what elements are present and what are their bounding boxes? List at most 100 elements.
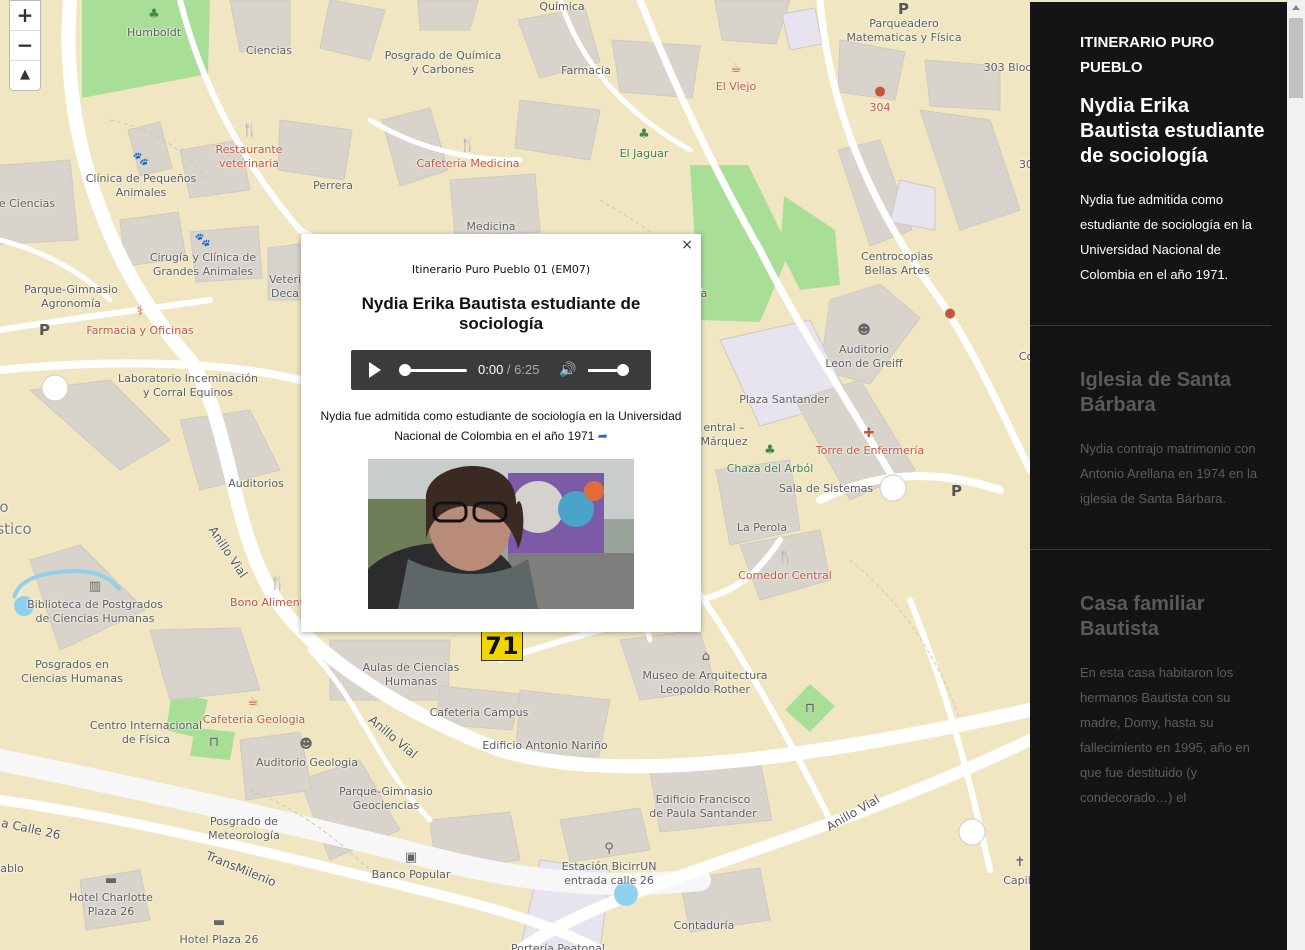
restaurant-icon: 🍴 <box>269 576 287 591</box>
map-label: Cafeteria Medicina <box>416 157 520 170</box>
map-label: Humboldt <box>126 26 182 39</box>
map-label: Museo de Arquitectura Leopoldo Rother <box>642 669 768 696</box>
page-scrollbar[interactable] <box>1287 0 1305 950</box>
audio-time-separator: / <box>503 362 515 377</box>
map-label: e Ciencias <box>0 197 56 210</box>
popup-title: Nydia Erika Bautista estudiante de socio… <box>361 294 641 333</box>
map-label: El Jaguar <box>619 147 669 160</box>
popup-photo <box>368 459 634 609</box>
tree-icon: ♣ <box>148 7 160 22</box>
fastfood-icon: ● <box>944 306 956 321</box>
map-label: Edificio Antonio Nariño <box>482 739 608 752</box>
theatre-icon: ☻ <box>857 323 871 338</box>
audio-current-time: 0:00 <box>478 362 504 377</box>
scroll-up-icon[interactable] <box>1292 5 1300 10</box>
veterinary-icon: 🐾 <box>132 152 150 167</box>
close-popup-button[interactable]: × <box>681 237 693 253</box>
map-label: stico <box>0 520 32 538</box>
stop-marker[interactable]: 71 <box>481 631 523 661</box>
zoom-in-button[interactable]: + <box>10 1 40 31</box>
stop-popup: × Itinerario Puro Pueblo 01 (EM07) Nydia… <box>301 234 701 632</box>
map-view[interactable]: Humboldt Ciencias Química Posgrado de Quími… <box>0 0 1030 950</box>
map-label: Centrocopias Bellas Artes <box>860 250 934 277</box>
map-label: Centro Internacional de Física <box>89 719 203 746</box>
library-icon: ▥ <box>88 579 102 594</box>
hospital-icon: ✚ <box>863 426 875 441</box>
map-label: Posgrado de Meteorología <box>208 815 280 842</box>
story-entry[interactable]: Iglesia de Santa Bárbara Nydia contrajo … <box>1080 326 1271 511</box>
map-label: Torre de Enfermería <box>815 444 925 457</box>
map-label: Auditorio Geologia <box>256 756 358 769</box>
map-label: Veteri Deca <box>268 273 302 300</box>
map-label: Posgrados en Ciencias Humanas <box>21 658 123 685</box>
map-label: Química <box>539 0 585 13</box>
map-label: Cafeteria Campus <box>429 706 529 719</box>
map-label: Sala de Sistemas <box>778 482 874 495</box>
map-label: Auditorios <box>228 477 284 490</box>
map-label: Parqueadero Matematicas y Física <box>846 17 962 44</box>
map-label: Biblioteca de Postgrados de Ciencias Huma… <box>27 598 163 625</box>
hotel-icon: ▬ <box>104 873 118 888</box>
zoom-out-button[interactable]: − <box>10 31 40 61</box>
map-label: Parque-Gimnasio Geociencias <box>339 785 433 812</box>
map-label: Farmacia <box>561 64 611 77</box>
external-link-icon[interactable]: ➦ <box>598 429 608 443</box>
story-entry-text: Nydia fue admitida como estudiante de so… <box>1080 192 1253 282</box>
story-entry-active[interactable]: ITINERARIO PURO PUEBLO Nydia Erika Bauti… <box>1080 2 1271 287</box>
map-label: Auditorio Leon de Greiff <box>825 343 903 370</box>
parking-icon: P <box>951 482 962 500</box>
story-entry-text: Nydia contrajo matrimonio con Antonio Ar… <box>1080 441 1258 506</box>
map-label: 304 <box>869 101 891 114</box>
parking-icon: P <box>898 0 909 18</box>
popup-description: Nydia fue admitida como estudiante de so… <box>311 406 691 446</box>
tree-icon: ♣ <box>638 127 650 142</box>
map-label: El Viejo <box>715 80 757 93</box>
map-label: Cirugía y Clínica de Grandes Animales <box>149 251 257 278</box>
restaurant-icon: 🍴 <box>459 138 477 153</box>
picnic-icon: ⊓ <box>208 735 220 750</box>
story-entry-text: En esta casa habitaron los hermanos Baut… <box>1080 665 1250 805</box>
story-entry[interactable]: Casa familiar Bautista En esta casa habi… <box>1080 550 1271 810</box>
story-entry-title: Casa familiar Bautista <box>1080 593 1205 640</box>
map-label: Aulas de Ciencias Humanas <box>362 661 460 688</box>
map-label: Bono Aliment <box>230 596 304 609</box>
audio-duration: 6:25 <box>514 362 540 377</box>
parking-icon: P <box>39 321 50 339</box>
bicycle-icon: ⚲ <box>604 841 614 856</box>
itinerary-kicker: ITINERARIO PURO PUEBLO <box>1080 34 1215 76</box>
scrollbar-thumb[interactable] <box>1289 18 1303 98</box>
map-label: Banco Popular <box>371 868 451 881</box>
map-label: Capil <box>1003 874 1030 887</box>
map-label: Laboratorio Inceminación y Corral Equinos <box>117 372 259 399</box>
hotel-icon: ▬ <box>212 915 226 930</box>
map-label: a <box>700 287 708 300</box>
map-label: Estación BicirrUN entrada calle 26 <box>561 860 657 887</box>
map-label: ablo <box>0 862 24 875</box>
map-label: Ciencias <box>245 44 293 57</box>
zoom-control: + − ▲ <box>9 0 41 91</box>
map-label: entral – Márquez <box>700 421 748 448</box>
cafe-icon: ☕ <box>247 694 259 709</box>
volume-handle[interactable] <box>616 364 629 376</box>
audio-seek-handle[interactable] <box>399 364 411 376</box>
map-label: 30 <box>1019 158 1030 171</box>
play-icon[interactable] <box>369 362 381 378</box>
map-label: La Perola <box>736 521 788 534</box>
map-label: Comedor Central <box>738 569 832 582</box>
map-label: Cafeteria Geologia <box>202 713 306 726</box>
audio-player: 0:00 / 6:25 🔊 <box>351 350 651 390</box>
map-label: Posgrado de Química y Carbones <box>384 49 502 76</box>
map-label: Portería Peatonal <box>511 942 605 950</box>
map-label: Chaza del Arból <box>726 462 814 475</box>
theatre-icon: ☻ <box>299 737 313 752</box>
story-sidebar[interactable]: ITINERARIO PURO PUEBLO Nydia Erika Bauti… <box>1030 2 1287 950</box>
popup-description-text: Nydia fue admitida como estudiante de so… <box>320 409 682 443</box>
map-label: Hotel Charlotte Plaza 26 <box>69 891 153 918</box>
map-label: Clínica de Pequeños Animales <box>85 172 197 199</box>
volume-icon[interactable]: 🔊 <box>559 362 576 378</box>
map-label: Co <box>1018 350 1030 363</box>
map-label: Plaza Santander <box>739 393 829 406</box>
compass-north-button[interactable]: ▲ <box>10 61 40 90</box>
chapel-icon: ✝ <box>1014 855 1026 870</box>
tree-icon: ♣ <box>764 443 776 458</box>
